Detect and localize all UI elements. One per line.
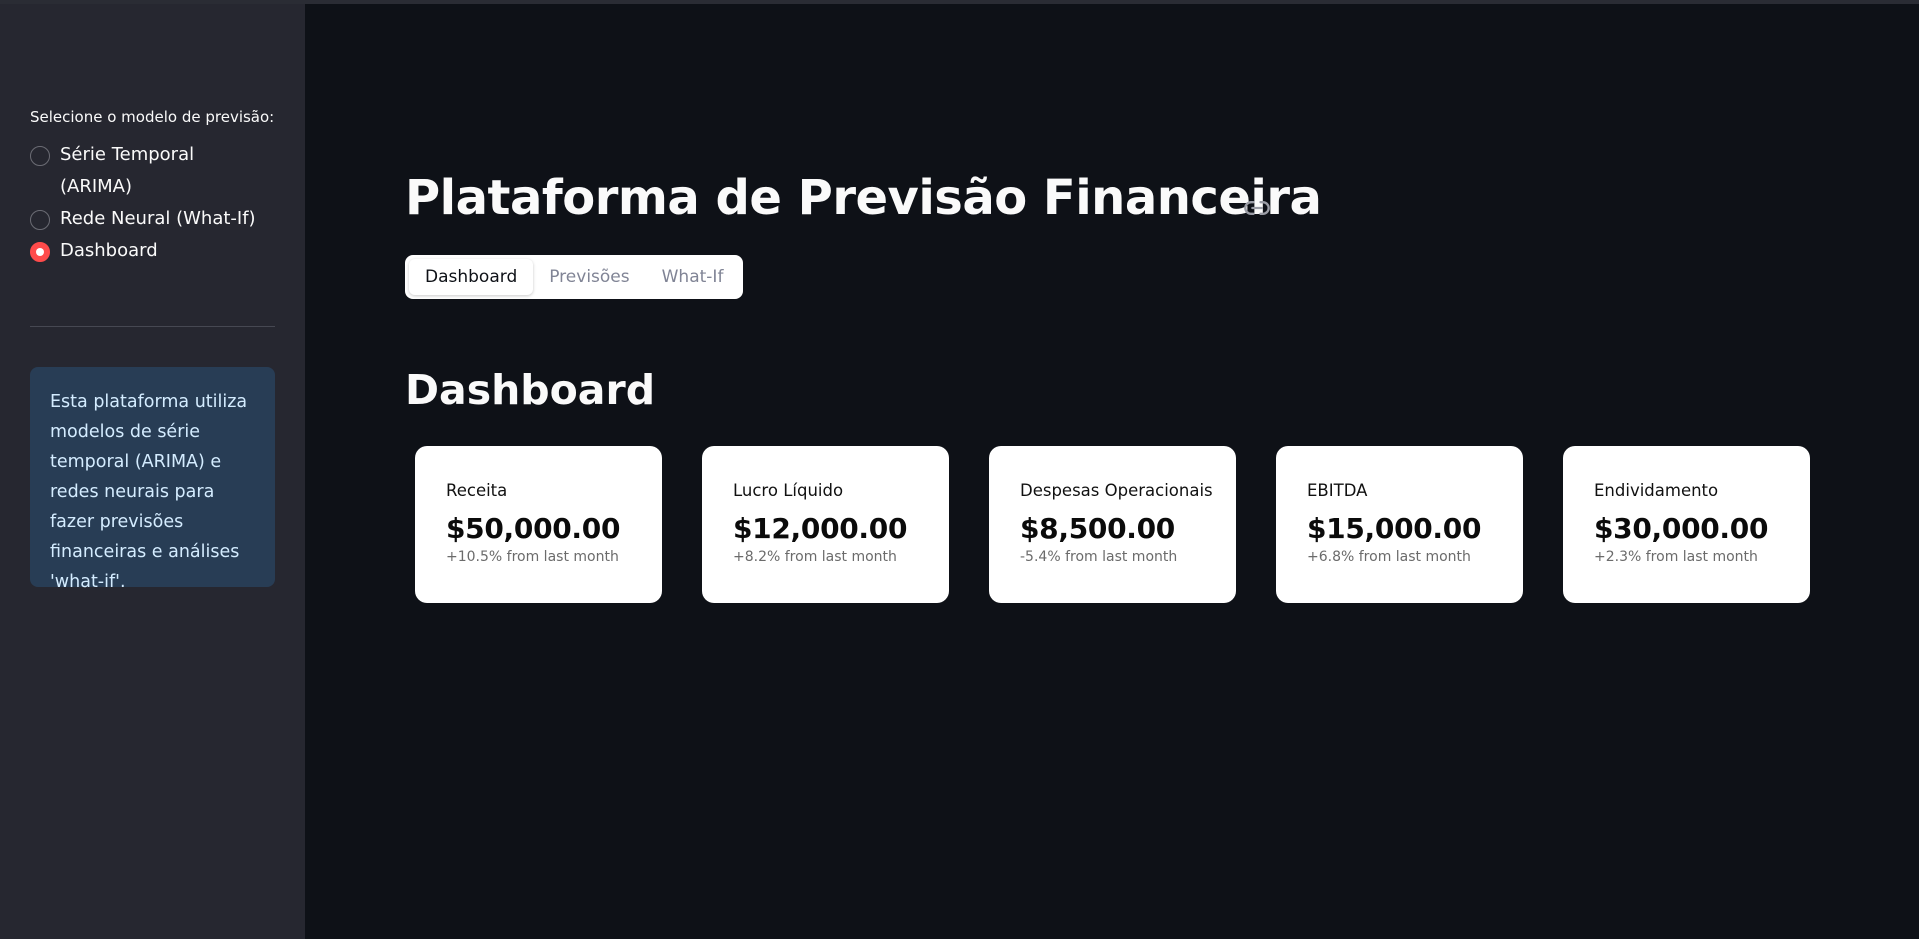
card-title: Receita <box>446 481 508 500</box>
sidebar-divider <box>30 326 275 327</box>
section-title: Dashboard <box>405 366 656 414</box>
card-title: Endividamento <box>1594 481 1719 500</box>
tab-dashboard[interactable]: Dashboard <box>409 259 534 295</box>
radio-option-serie-temporal[interactable]: Série Temporal (ARIMA) <box>30 144 194 203</box>
radio-option-label-line2: (ARIMA) <box>60 176 133 197</box>
sidebar: Selecione o modelo de previsão: Série Te… <box>0 4 305 939</box>
link-icon[interactable] <box>1243 194 1271 222</box>
metric-card-endividamento: Endividamento $30,000.00 +2.3% from last… <box>1563 446 1810 603</box>
card-change: -5.4% from last month <box>1020 549 1178 565</box>
radio-option-label: Série Temporal (ARIMA) <box>60 139 194 203</box>
card-title: Lucro Líquido <box>733 481 844 500</box>
card-value: $50,000.00 <box>446 512 621 545</box>
metric-card-lucro-liquido: Lucro Líquido $12,000.00 +8.2% from last… <box>702 446 949 603</box>
card-change: +8.2% from last month <box>733 549 897 565</box>
radio-circle[interactable] <box>30 146 50 166</box>
info-text: Esta plataforma utiliza modelos de série… <box>50 392 248 592</box>
metric-card-receita: Receita $50,000.00 +10.5% from last mont… <box>415 446 662 603</box>
card-value: $8,500.00 <box>1020 512 1175 545</box>
radio-circle[interactable] <box>30 210 50 230</box>
card-change: +2.3% from last month <box>1594 549 1758 565</box>
card-value: $15,000.00 <box>1307 512 1482 545</box>
card-title: Despesas Operacionais <box>1020 481 1213 500</box>
radio-option-rede-neural[interactable]: Rede Neural (What-If) <box>30 208 256 235</box>
tab-previsoes[interactable]: Previsões <box>533 259 645 295</box>
card-change: +10.5% from last month <box>446 549 619 565</box>
radio-option-label: Dashboard <box>60 240 158 261</box>
tab-bar: Dashboard Previsões What-If <box>405 255 744 299</box>
radio-option-label-line1: Série Temporal <box>60 144 195 165</box>
card-title: EBITDA <box>1307 481 1368 500</box>
metric-card-ebitda: EBITDA $15,000.00 +6.8% from last month <box>1276 446 1523 603</box>
tab-what-if[interactable]: What-If <box>646 259 740 295</box>
card-value: $12,000.00 <box>733 512 908 545</box>
info-box: Esta plataforma utiliza modelos de série… <box>30 367 275 592</box>
main-content: Plataforma de Previsão Financeira Dashbo… <box>305 4 1919 939</box>
radio-option-label: Rede Neural (What-If) <box>60 208 256 229</box>
card-value: $30,000.00 <box>1594 512 1769 545</box>
page-title: Plataforma de Previsão Financeira <box>405 170 1322 226</box>
model-radio-label: Selecione o modelo de previsão: <box>30 108 275 126</box>
card-change: +6.8% from last month <box>1307 549 1471 565</box>
radio-circle-selected[interactable] <box>30 242 50 262</box>
metric-card-despesas-operacionais: Despesas Operacionais $8,500.00 -5.4% fr… <box>989 446 1236 603</box>
radio-option-dashboard[interactable]: Dashboard <box>30 240 158 267</box>
